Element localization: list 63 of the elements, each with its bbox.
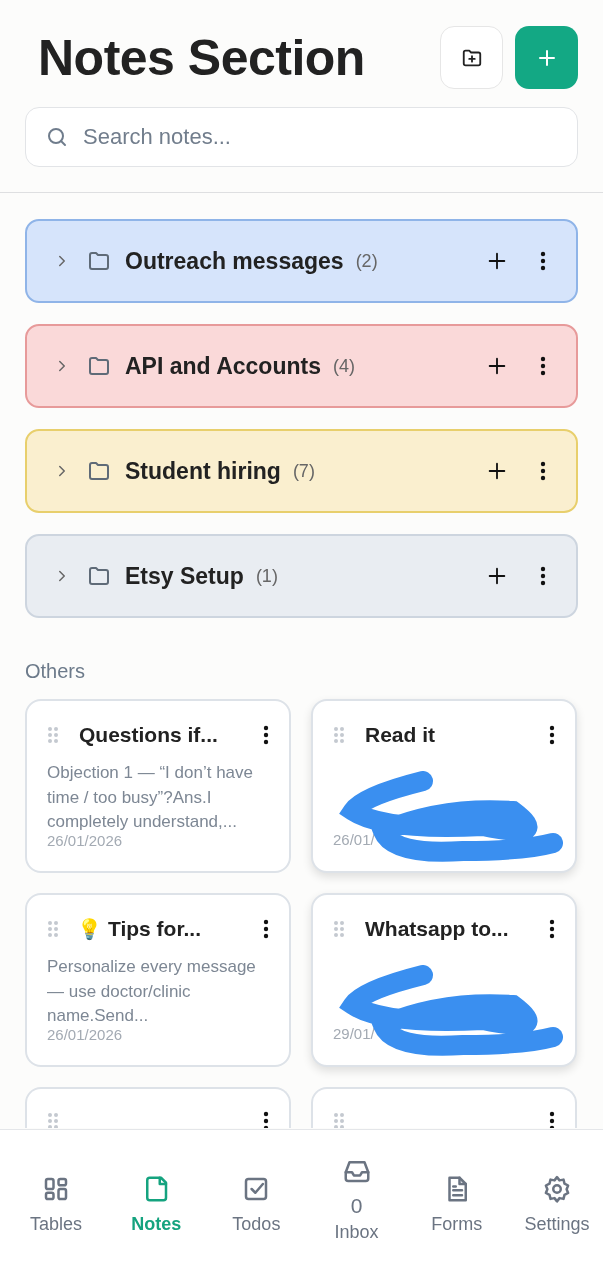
note-count: (7) xyxy=(292,460,315,482)
folder-icon xyxy=(87,249,111,273)
more-icon[interactable] xyxy=(549,919,555,939)
folder-name: Etsy Setup xyxy=(125,562,244,590)
folder-icon xyxy=(87,354,111,378)
nav-tab[interactable]: Settings xyxy=(510,1130,603,1280)
nav-tab[interactable]: 0 Inbox xyxy=(310,1130,403,1280)
search-field[interactable]: Search notes... xyxy=(25,107,578,167)
note-date: 29/01/ xyxy=(333,1025,376,1042)
lightbulb-icon: 💡 xyxy=(77,917,102,941)
folder-name: Outreach messages xyxy=(125,247,344,275)
add-note-button[interactable] xyxy=(515,26,578,89)
note-count: (2) xyxy=(355,250,378,272)
drag-handle-icon[interactable] xyxy=(333,726,345,744)
search-icon xyxy=(45,125,69,149)
more-icon[interactable] xyxy=(549,1111,555,1128)
note-preview: Personalize every message — use doctor/clinic name.Send... xyxy=(47,956,257,1027)
more-icon[interactable] xyxy=(540,566,546,586)
folder-card[interactable]: Outreach messages (2) xyxy=(25,219,578,303)
more-icon[interactable] xyxy=(540,356,546,376)
more-icon[interactable] xyxy=(540,251,546,271)
note-count: (1) xyxy=(255,565,278,587)
note-date: 26/01/2026 xyxy=(47,831,124,849)
note-date: 26/01/2026 xyxy=(47,1025,124,1043)
more-icon[interactable] xyxy=(263,725,269,745)
note-date: 26/01/ xyxy=(333,831,376,848)
plus-icon xyxy=(486,250,508,272)
note-title: Questions if... xyxy=(79,723,219,747)
note-card[interactable]: Read it 26/01/ xyxy=(311,699,577,873)
note-card[interactable]: Questions if... Objection 1 — “I don’t have time / too busy”?Ans.I completely understand,... 26/01/2026 xyxy=(25,699,291,873)
note-count: (4) xyxy=(332,355,355,377)
drag-handle-icon[interactable] xyxy=(333,1112,345,1128)
drag-handle-icon[interactable] xyxy=(47,920,59,938)
drag-handle-icon[interactable] xyxy=(47,1112,59,1128)
drag-handle-icon[interactable] xyxy=(47,726,59,744)
note-title: Tips for... xyxy=(108,917,202,941)
note-title: Read it xyxy=(365,723,436,747)
more-icon[interactable] xyxy=(540,461,546,481)
note-card[interactable]: Whatsapp to... 29/01/ xyxy=(311,893,577,1067)
more-icon[interactable] xyxy=(549,725,555,745)
plus-icon xyxy=(486,355,508,377)
folder-card[interactable]: Etsy Setup (1) xyxy=(25,534,578,618)
more-icon[interactable] xyxy=(263,919,269,939)
folder-icon xyxy=(87,564,111,588)
new-folder-button[interactable] xyxy=(440,26,503,89)
plus-icon xyxy=(486,460,508,482)
drag-handle-icon[interactable] xyxy=(333,920,345,938)
note-preview: Objection 1 — “I don’t have time / too busy”?Ans.I completely understand,... xyxy=(47,762,254,833)
plus-icon xyxy=(486,565,508,587)
inbox-count: 0 xyxy=(350,1194,363,1218)
folder-name: API and Accounts xyxy=(125,352,321,380)
more-icon[interactable] xyxy=(263,1111,269,1128)
page-title: Notes Section xyxy=(38,28,366,87)
nav-tab[interactable]: Forms xyxy=(410,1130,503,1280)
section-heading: Others xyxy=(25,660,87,683)
folder-card[interactable]: API and Accounts (4) xyxy=(25,324,578,408)
note-card[interactable]: 💡 Tips for... Personalize every message — use doctor/clinic name.Send... 26/01/2026 xyxy=(25,893,291,1067)
folder-icon xyxy=(87,459,111,483)
folder-name: Student hiring xyxy=(125,457,281,485)
note-title: Whatsapp to... xyxy=(365,917,510,941)
nav-tab[interactable]: Tables xyxy=(10,1130,102,1280)
nav-tab[interactable]: Todos xyxy=(210,1130,303,1280)
folder-card[interactable]: Student hiring (7) xyxy=(25,429,578,513)
